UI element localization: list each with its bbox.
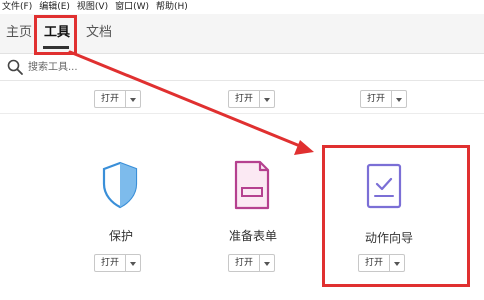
open-button-protect[interactable]: 打开: [94, 254, 142, 272]
menu-file[interactable]: 文件(F): [2, 0, 32, 14]
menu-window[interactable]: 窗口(W): [115, 0, 149, 14]
chevron-down-icon[interactable]: [392, 91, 406, 107]
annotation-highlight-action-wizard: [322, 145, 470, 287]
menu-edit[interactable]: 编辑(E): [39, 0, 70, 14]
chevron-down-icon[interactable]: [260, 91, 274, 107]
open-button-label: 打开: [361, 91, 393, 107]
open-button-label: 打开: [95, 91, 127, 107]
search-icon: [7, 59, 23, 75]
tool-label-protect: 保护: [108, 229, 133, 243]
menu-bar: 文件(F) 编辑(E) 视图(V) 窗口(W) 帮助(H): [0, 0, 484, 14]
open-button-prepare-form[interactable]: 打开: [228, 254, 276, 272]
menu-help[interactable]: 帮助(H): [156, 0, 188, 14]
open-button-label: 打开: [95, 255, 127, 271]
open-button-label: 打开: [229, 255, 261, 271]
chevron-down-icon[interactable]: [126, 91, 140, 107]
search-input[interactable]: 搜索工具...: [28, 61, 78, 75]
chevron-down-icon[interactable]: [126, 255, 140, 271]
shield-icon[interactable]: [100, 160, 140, 210]
search-bar[interactable]: 搜索工具...: [0, 55, 484, 81]
open-button[interactable]: 打开: [228, 90, 276, 108]
divider: [0, 113, 484, 114]
menu-view[interactable]: 视图(V): [77, 0, 108, 14]
open-button-label: 打开: [229, 91, 261, 107]
open-button[interactable]: 打开: [360, 90, 408, 108]
tab-home[interactable]: 主页: [6, 24, 32, 42]
tool-label-prepare-form: 准备表单: [228, 229, 277, 243]
tab-document[interactable]: 文档: [86, 24, 112, 42]
open-button[interactable]: 打开: [94, 90, 142, 108]
form-icon[interactable]: [232, 160, 272, 210]
chevron-down-icon[interactable]: [260, 255, 274, 271]
annotation-highlight-tools-tab: [34, 15, 77, 55]
